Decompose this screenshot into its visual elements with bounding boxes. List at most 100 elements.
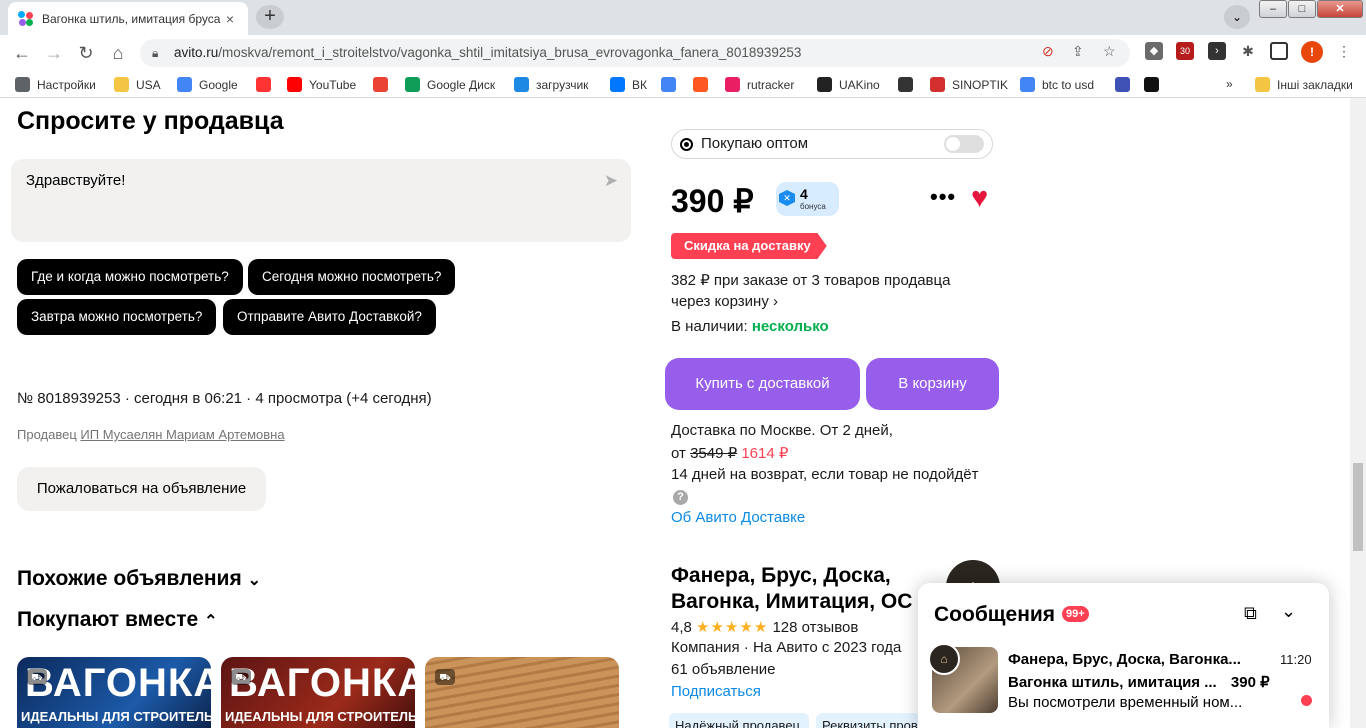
reviews-count[interactable]: 128 отзывов [772, 619, 858, 636]
bookmark-item[interactable] [1115, 77, 1137, 92]
page-scrollbar[interactable] [1350, 98, 1366, 728]
subscribe-link[interactable]: Подписаться [671, 683, 761, 700]
bookmark-label: Настройки [37, 77, 96, 92]
minimize-button[interactable]: – [1259, 0, 1287, 18]
seller-line: Продавец ИП Мусаелян Мариам Артемовна [17, 427, 285, 442]
from-label: от [671, 445, 686, 462]
more-options-icon[interactable]: ••• [930, 184, 956, 210]
google-icon [1020, 77, 1035, 92]
bookmark-item[interactable]: SINOPTIK [930, 77, 1008, 92]
bookmark-item[interactable] [898, 77, 920, 92]
close-window-button[interactable]: ✕ [1317, 0, 1363, 18]
bookmark-item[interactable] [693, 77, 715, 92]
forward-icon[interactable]: → [42, 41, 66, 65]
more-bookmarks-icon[interactable]: » [1226, 77, 1233, 91]
wholesale-option[interactable]: Покупаю оптом [671, 129, 993, 159]
tab-close-icon[interactable]: × [222, 11, 238, 27]
bookmark-item[interactable] [373, 77, 395, 92]
complain-button[interactable]: Пожаловаться на объявление [17, 467, 266, 511]
shield-extension-icon[interactable]: ◆ [1145, 42, 1163, 60]
bookmark-item[interactable] [256, 77, 278, 92]
profile-avatar[interactable]: ! [1301, 41, 1323, 63]
old-delivery-price: 3549 ₽ [690, 445, 738, 462]
star-bookmark-icon[interactable]: ☆ [1103, 43, 1116, 60]
quick-question-button[interactable]: Завтра можно посмотреть? [17, 299, 217, 335]
delivery-price-line: от 3549 ₽ 1614 ₽ [671, 444, 788, 462]
blocked-icon[interactable]: ⊘ [1042, 43, 1054, 60]
back-icon[interactable]: ← [10, 41, 34, 65]
reload-icon[interactable]: ↻ [74, 41, 98, 65]
bookmark-label: rutracker [747, 77, 795, 92]
folder-icon [114, 77, 129, 92]
product-card[interactable]: ВАГОНКА ИДЕАЛЬНЫ ДЛЯ СТРОИТЕЛЬСТВА ⛟ [221, 657, 415, 728]
card-subtitle: ИДЕАЛЬНЫ ДЛЯ СТРОИТЕЛЬСТВА [21, 709, 211, 724]
bookmark-item[interactable]: btc to usd [1020, 77, 1094, 92]
extension-badge-icon[interactable]: 30 [1176, 42, 1194, 60]
share-icon[interactable]: ⇪ [1072, 43, 1084, 60]
message-input[interactable]: Здравствуйте! ➤ [11, 159, 631, 242]
gear-icon [15, 77, 30, 92]
product-card[interactable]: ВАГОНКА ИДЕАЛЬНЫ ДЛЯ СТРОИТЕЛЬСТВА ⛟ [17, 657, 211, 728]
chat-thumbnail[interactable]: ⌂ [928, 643, 998, 713]
help-icon[interactable]: ? [673, 490, 688, 505]
seller-link[interactable]: ИП Мусаелян Мариам Артемовна [80, 427, 284, 442]
about-delivery-link[interactable]: Об Авито Доставке [671, 509, 805, 526]
thermometer-icon [930, 77, 945, 92]
messages-title: Сообщения [934, 603, 1056, 626]
maximize-button[interactable]: □ [1288, 0, 1316, 18]
wholesale-radio-icon [680, 138, 693, 151]
bonus-badge: ✕ 4 бонуса [776, 182, 839, 216]
bulk-price-line: 382 ₽ при заказе от 3 товаров продавца [671, 272, 951, 289]
scrollbar-thumb[interactable] [1353, 463, 1363, 551]
bookmark-item[interactable]: USA [114, 77, 161, 92]
favorite-heart-icon[interactable]: ♥ [971, 182, 988, 215]
new-delivery-price: 1614 ₽ [741, 445, 789, 462]
bookmark-item[interactable]: Google Диск [405, 77, 495, 92]
send-icon[interactable]: ➤ [604, 171, 618, 191]
chevron-down-icon[interactable]: ⌄ [1281, 601, 1296, 622]
quick-question-button[interactable]: Где и когда можно посмотреть? [17, 259, 243, 295]
side-panel-icon[interactable] [1270, 42, 1288, 60]
buy-with-delivery-button[interactable]: Купить с доставкой [665, 358, 860, 410]
tab-search-icon[interactable]: ⌄ [1224, 5, 1250, 29]
youtube-icon [287, 77, 302, 92]
wholesale-toggle[interactable] [944, 135, 984, 153]
menu-kebab-icon[interactable]: ⋮ [1335, 42, 1353, 60]
address-bar[interactable]: 🔒︎ avito.ru/moskva/remont_i_stroitelstvo/… [140, 39, 1130, 67]
bookmark-item[interactable]: YouTube [287, 77, 356, 92]
bookmark-item[interactable]: Google [177, 77, 238, 92]
bookmark-item[interactable]: Настройки [15, 77, 96, 92]
quick-question-button[interactable]: Отправите Авито Доставкой? [223, 299, 436, 335]
loop-icon [514, 77, 529, 92]
other-bookmarks-folder[interactable]: Інші закладки [1255, 77, 1353, 92]
bookmark-item[interactable]: UAKino [817, 77, 880, 92]
bookmark-item[interactable]: rutracker [725, 77, 794, 92]
home-icon[interactable]: ⌂ [106, 41, 130, 65]
add-to-cart-button[interactable]: В корзину [866, 358, 999, 410]
product-card[interactable]: ⛟ [425, 657, 619, 728]
cart-link[interactable]: через корзину › [671, 293, 778, 310]
card-title: ВАГОНКА [229, 661, 415, 705]
google-icon [177, 77, 192, 92]
similar-ads-toggle[interactable]: Похожие объявления ⌄ [17, 567, 261, 591]
gmail-icon [373, 77, 388, 92]
chat-title[interactable]: Фанера, Брус, Доска, Вагонка... [1008, 651, 1241, 668]
browser-tab[interactable]: Вагонка штиль, имитация бруса × [8, 2, 248, 35]
shop-ads-count[interactable]: 61 объявление [671, 661, 776, 678]
avito-favicon-icon [18, 10, 34, 27]
bought-together-toggle[interactable]: Покупают вместе ⌃ [17, 608, 217, 632]
puzzle-extensions-icon[interactable]: ✱ [1239, 42, 1257, 60]
tab-title: Вагонка штиль, имитация бруса [42, 11, 221, 26]
shop-name[interactable]: Фанера, Брус, Доска, Вагонка, Имитация, … [671, 563, 921, 615]
bookmark-label: ВК [632, 77, 647, 92]
uakino-icon [817, 77, 832, 92]
new-tab-button[interactable]: + [256, 5, 284, 29]
bookmark-item[interactable] [1144, 77, 1166, 92]
bookmark-item[interactable]: загрузчик [514, 77, 588, 92]
bookmark-item[interactable] [661, 77, 683, 92]
open-external-icon[interactable]: ⧉ [1244, 603, 1257, 624]
bookmark-item[interactable]: ВК [610, 77, 647, 92]
terminal-extension-icon[interactable]: › [1208, 42, 1226, 60]
bookmark-label: UAKino [839, 77, 880, 92]
quick-question-button[interactable]: Сегодня можно посмотреть? [248, 259, 456, 295]
